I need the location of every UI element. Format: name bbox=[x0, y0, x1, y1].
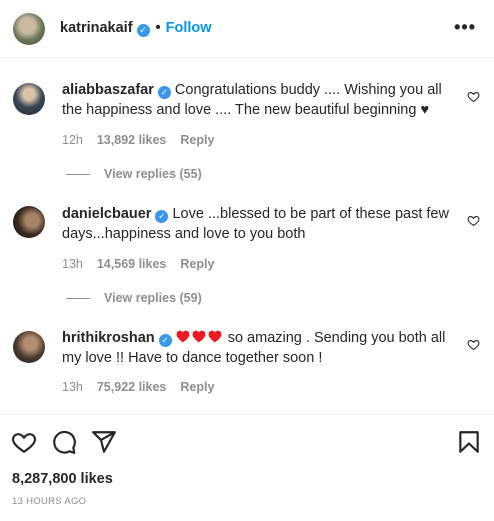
separator-dot: • bbox=[155, 20, 161, 36]
verified-badge-icon: ✓ bbox=[136, 24, 150, 37]
author-username[interactable]: katrinakaif bbox=[60, 20, 133, 36]
post-timestamp[interactable]: 13 HOURS AGO bbox=[12, 496, 86, 507]
like-comment-heart-icon[interactable] bbox=[467, 90, 480, 103]
commenter-avatar[interactable] bbox=[13, 83, 45, 115]
commenter-avatar[interactable] bbox=[13, 206, 45, 238]
post-action-bar bbox=[0, 414, 494, 464]
paper-plane-icon[interactable] bbox=[91, 429, 117, 455]
comment-meta: 13h 14,569 likes Reply bbox=[62, 257, 228, 271]
red-heart-emoji-icon bbox=[176, 330, 190, 343]
follow-button[interactable]: Follow bbox=[166, 20, 212, 36]
view-replies-label: View replies (55) bbox=[104, 167, 202, 181]
comment-likes[interactable]: 75,922 likes bbox=[97, 380, 167, 394]
comment-bubble-icon[interactable] bbox=[51, 429, 77, 455]
comment-meta: 12h 13,892 likes Reply bbox=[62, 133, 228, 147]
comment-text-block: danielcbauer ✓ Love ...blessed to be part… bbox=[62, 204, 457, 244]
author-avatar[interactable] bbox=[13, 13, 45, 45]
more-options-icon[interactable]: ••• bbox=[454, 18, 476, 36]
verified-badge-icon: ✓ bbox=[157, 86, 171, 99]
commenter-username[interactable]: aliabbaszafar bbox=[62, 82, 154, 98]
bookmark-icon[interactable] bbox=[456, 429, 482, 455]
author-row: katrinakaif ✓ • Follow bbox=[60, 20, 212, 37]
comment-text-block: aliabbaszafar ✓ Congratulations buddy ...… bbox=[62, 80, 457, 120]
verified-badge-icon: ✓ bbox=[155, 210, 169, 223]
view-replies-button[interactable]: View replies (59) bbox=[66, 291, 202, 305]
commenter-username[interactable]: hrithikroshan bbox=[62, 330, 155, 346]
verified-badge-icon: ✓ bbox=[158, 334, 172, 347]
comment-likes[interactable]: 13,892 likes bbox=[97, 133, 167, 147]
comment-meta: 13h 75,922 likes Reply bbox=[62, 380, 228, 394]
comment-likes[interactable]: 14,569 likes bbox=[97, 257, 167, 271]
comment-text-block: hrithikroshan ✓ so amazing . Sending you … bbox=[62, 328, 457, 368]
commenter-avatar[interactable] bbox=[13, 331, 45, 363]
view-replies-button[interactable]: View replies (55) bbox=[66, 167, 202, 181]
comment-time[interactable]: 13h bbox=[62, 380, 83, 394]
reply-button[interactable]: Reply bbox=[180, 380, 214, 394]
post-header: katrinakaif ✓ • Follow ••• bbox=[0, 0, 494, 58]
like-comment-heart-icon[interactable] bbox=[467, 214, 480, 227]
red-heart-emoji-icon bbox=[208, 330, 222, 343]
comment-time[interactable]: 13h bbox=[62, 257, 83, 271]
red-heart-emoji-icon bbox=[192, 330, 206, 343]
divider-line bbox=[66, 298, 90, 300]
post-likes-count[interactable]: 8,287,800 likes bbox=[12, 471, 113, 487]
reply-button[interactable]: Reply bbox=[180, 257, 214, 271]
view-replies-label: View replies (59) bbox=[104, 291, 202, 305]
like-comment-heart-icon[interactable] bbox=[467, 338, 480, 351]
reply-button[interactable]: Reply bbox=[180, 133, 214, 147]
commenter-username[interactable]: danielcbauer bbox=[62, 206, 151, 222]
heart-outline-icon[interactable] bbox=[11, 429, 37, 455]
comment-time[interactable]: 12h bbox=[62, 133, 83, 147]
divider-line bbox=[66, 174, 90, 176]
